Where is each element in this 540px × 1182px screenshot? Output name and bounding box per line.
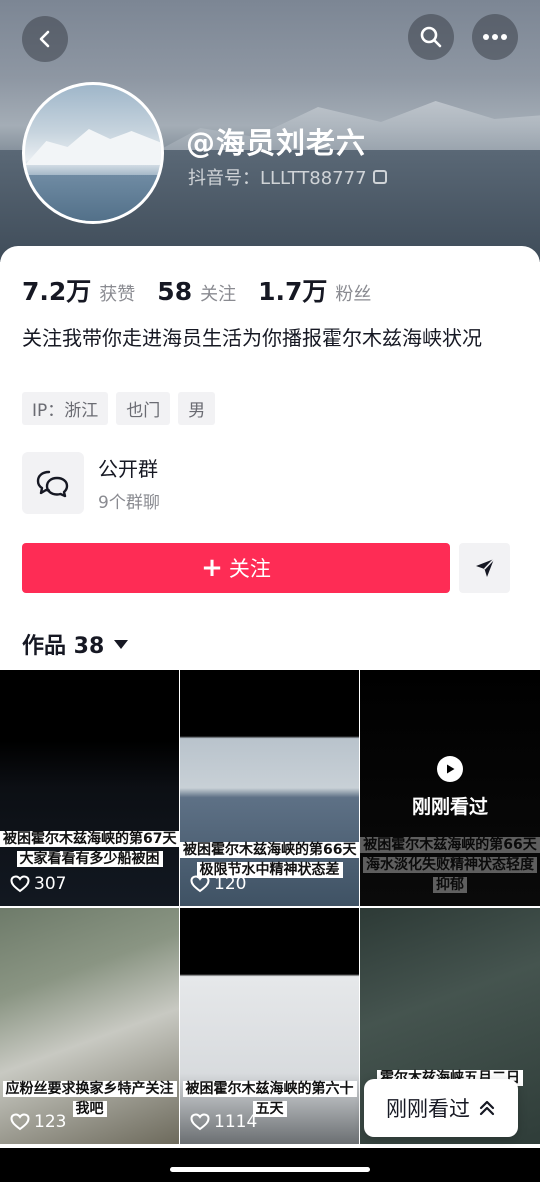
public-group-entry[interactable]: 公开群 9个群聊 xyxy=(22,452,160,514)
stat-label: 粉丝 xyxy=(335,284,372,305)
video-thumbnail[interactable]: 被困霍尔木兹海峡的第67天大家看看有多少船被困 307 xyxy=(0,670,179,906)
stat-likes[interactable]: 7.2万 获赞 xyxy=(22,272,135,308)
plus-icon: + xyxy=(201,553,223,583)
group-text: 公开群 9个群聊 xyxy=(98,453,160,513)
profile-stats: 7.2万 获赞 58 关注 1.7万 粉丝 xyxy=(22,272,393,308)
stat-label: 关注 xyxy=(200,284,237,305)
stat-value: 7.2万 xyxy=(22,277,92,306)
stat-value: 58 xyxy=(157,277,193,306)
likes-count: 1114 xyxy=(214,1112,258,1132)
video-thumbnail[interactable]: 被困霍尔木兹海峡的第66天极限节水中精神状态差 120 xyxy=(180,670,359,906)
chevron-left-icon xyxy=(39,30,50,48)
video-caption: 被困霍尔木兹海峡的第67天大家看看有多少船被困 xyxy=(0,829,179,869)
video-likes: 123 xyxy=(10,1112,66,1132)
more-dots-icon xyxy=(483,34,507,40)
video-likes: 120 xyxy=(190,874,246,894)
recently-viewed-overlay: 刚刚看过 xyxy=(360,756,540,819)
stat-following[interactable]: 58 关注 xyxy=(157,277,236,306)
video-thumbnail-viewed[interactable]: 刚刚看过 被困霍尔木兹海峡的第66天海水淡化失败精神状态轻度抑郁 xyxy=(360,670,540,906)
home-indicator[interactable] xyxy=(170,1167,370,1172)
send-icon xyxy=(475,558,495,577)
recently-viewed-button-label: 刚刚看过 xyxy=(386,1097,470,1121)
heart-icon xyxy=(10,1113,30,1131)
douyin-id[interactable]: 抖音号：LLLTT88777 xyxy=(188,164,387,190)
share-button[interactable] xyxy=(459,543,510,593)
tag-ip: IP：浙江 xyxy=(22,392,109,425)
heart-icon xyxy=(190,875,210,893)
video-likes: 307 xyxy=(10,874,66,894)
more-button[interactable] xyxy=(472,14,518,60)
profile-bio: 关注我带你走进海员生活为你播报霍尔木兹海峡状况 xyxy=(22,326,482,350)
caret-down-icon xyxy=(114,639,129,649)
avatar-mountain xyxy=(25,129,161,165)
chat-bubbles-icon xyxy=(22,452,84,514)
back-button[interactable] xyxy=(22,16,68,62)
likes-count: 123 xyxy=(34,1112,67,1132)
video-thumbnail[interactable]: 应粉丝要求换家乡特产关注我吧 123 xyxy=(0,908,179,1144)
follow-label: 关注 xyxy=(228,557,271,581)
bottom-strip xyxy=(0,1148,540,1182)
stat-followers[interactable]: 1.7万 粉丝 xyxy=(258,272,371,308)
heart-icon xyxy=(190,1113,210,1131)
avatar[interactable] xyxy=(22,82,164,224)
copy-icon[interactable] xyxy=(372,170,387,184)
works-label: 作品 38 xyxy=(22,634,105,659)
search-icon xyxy=(420,26,442,48)
recently-viewed-button[interactable]: 刚刚看过 xyxy=(364,1079,518,1137)
stat-value: 1.7万 xyxy=(258,277,328,306)
search-button[interactable] xyxy=(408,14,454,60)
video-likes: 1114 xyxy=(190,1112,257,1132)
heart-icon xyxy=(10,875,30,893)
likes-count: 120 xyxy=(214,874,247,894)
douyin-id-text: 抖音号：LLLTT88777 xyxy=(188,168,367,189)
follow-button[interactable]: + 关注 xyxy=(22,543,450,593)
video-caption: 被困霍尔木兹海峡的第66天海水淡化失败精神状态轻度抑郁 xyxy=(360,835,540,895)
recently-viewed-label: 刚刚看过 xyxy=(411,796,488,818)
likes-count: 307 xyxy=(34,874,67,894)
group-title: 公开群 xyxy=(98,457,158,481)
profile-tags: IP：浙江 也门 男 xyxy=(22,392,216,425)
double-chevron-up-icon xyxy=(479,1100,495,1116)
tab-works[interactable]: 作品 38 xyxy=(22,628,129,660)
video-grid: 被困霍尔木兹海峡的第67天大家看看有多少船被困 307 被困霍尔木兹海峡的第66… xyxy=(0,670,540,1144)
group-subtitle: 9个群聊 xyxy=(98,493,160,513)
play-icon xyxy=(437,756,463,782)
avatar-sea xyxy=(25,175,161,221)
video-thumbnail[interactable]: 被困霍尔木兹海峡的第六十五天 1114 xyxy=(180,908,359,1144)
tag-location: 也门 xyxy=(116,392,171,425)
tag-gender: 男 xyxy=(178,392,216,425)
stat-label: 获赞 xyxy=(99,284,136,305)
profile-nickname: @海员刘老六 xyxy=(186,126,367,160)
